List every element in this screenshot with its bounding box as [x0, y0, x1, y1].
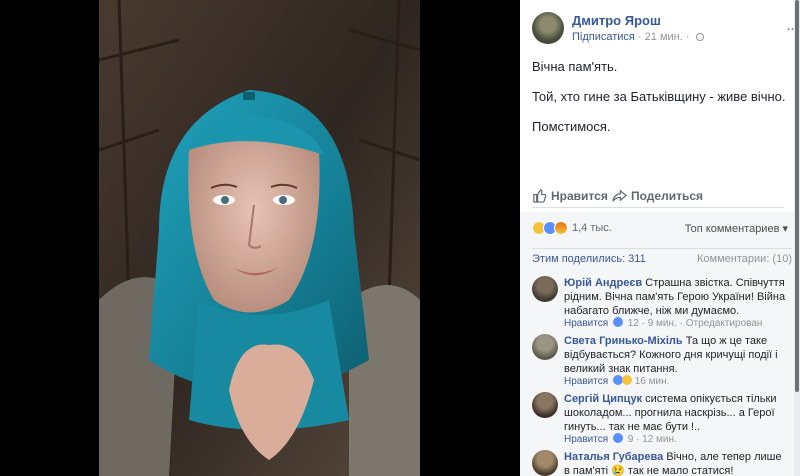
post-header: Дмитро Ярош Підписатися · 21 мин. · ··· [532, 12, 794, 44]
comment-body: Света Гринько-Міхіль Та що ж це таке від… [564, 334, 788, 376]
post-text: Вічна пам'ять. Той, хто гине за Батьківщ… [532, 58, 786, 148]
thumbs-up-icon [533, 189, 547, 203]
stats-row: Этим поделились: 311 Комментарии: (10) [532, 248, 792, 266]
share-button[interactable]: Поделиться [612, 188, 703, 203]
like-button[interactable]: Нравится [532, 188, 608, 203]
reactions-row: 1,4 тыс. Топ комментариев ▾ [532, 220, 788, 238]
comments-count[interactable]: Комментарии: (10) [697, 253, 792, 265]
post-photo[interactable] [99, 0, 420, 476]
comment-item: Света Гринько-Міхіль Та що ж це таке від… [532, 334, 790, 390]
portrait-image [99, 0, 420, 476]
panel-scrollbar-thumb[interactable] [795, 0, 799, 392]
comment-like-count: 12 [627, 318, 639, 329]
follow-link[interactable]: Підписатися [572, 31, 635, 43]
commenter-name[interactable]: Наталья Губарева [564, 451, 663, 463]
comment-meta: Нравится 16 мин. [564, 375, 669, 387]
comment-sort-dropdown[interactable]: Топ комментариев ▾ [685, 222, 788, 235]
commenter-name[interactable]: Сергій Ципцук [564, 393, 642, 405]
like-reaction-icon [612, 317, 623, 327]
comment-item: Юрій Андреєв Страшна звістка. Співчуття … [532, 276, 790, 332]
share-arrow-icon [612, 189, 628, 202]
comment-body: Юрій Андреєв Страшна звістка. Співчуття … [564, 276, 788, 318]
like-label: Нравится [551, 189, 608, 203]
post-time[interactable]: · 21 мин. · [638, 31, 690, 43]
commenter-avatar[interactable] [532, 334, 558, 360]
comment-body: Наталья Губарева Вічно, але тепер лише в… [564, 450, 788, 476]
post-line: Той, хто гине за Батьківщину - живе вічн… [532, 89, 786, 104]
comment-like-link[interactable]: Нравится [564, 318, 608, 329]
commenter-name[interactable]: Юрій Андреєв [564, 277, 642, 289]
comment-like-link[interactable]: Нравится [564, 434, 608, 445]
comment-time[interactable]: 16 мин. [635, 376, 670, 387]
like-reaction-icon [612, 433, 623, 443]
comment-like-link[interactable]: Нравится [564, 376, 608, 387]
post-line: Вічна пам'ять. [532, 59, 618, 74]
angry-reaction-icon[interactable] [554, 221, 568, 235]
comment-time[interactable]: · 12 мин. [636, 434, 677, 445]
comment-meta: Нравится 9 · 12 мин. [564, 433, 677, 445]
comment-meta: Нравится 12 · 9 мин. · Отредактирован [564, 317, 762, 329]
post-line: Помстимося. [532, 119, 611, 134]
comment-time[interactable]: · 9 мин. · Отредактирован [642, 318, 763, 329]
comment-body: Сергій Ципцук система опікується тільки … [564, 392, 788, 434]
reactions-count[interactable]: 1,4 тыс. [572, 222, 612, 234]
post-side-panel: Дмитро Ярош Підписатися · 21 мин. · ··· … [520, 0, 794, 476]
comment-item: Сергій Ципцук система опікується тільки … [532, 392, 790, 446]
sad-reaction-icon [621, 375, 632, 385]
commenter-avatar[interactable] [532, 450, 558, 476]
post-meta: Підписатися · 21 мин. · [572, 31, 704, 43]
more-options-icon[interactable]: ··· [786, 20, 794, 37]
shares-link[interactable]: Этим поделились: 311 [532, 253, 646, 265]
comment-item: Наталья Губарева Вічно, але тепер лише в… [532, 450, 790, 476]
author-name[interactable]: Дмитро Ярош [572, 13, 661, 28]
share-label: Поделиться [631, 189, 704, 203]
post-actions: Нравится Поделиться [532, 186, 784, 208]
comment-like-count: 9 [627, 434, 634, 445]
commenter-avatar[interactable] [532, 392, 558, 418]
author-avatar[interactable] [532, 12, 564, 44]
globe-icon [695, 33, 704, 41]
photo-viewer-stage [0, 0, 520, 476]
commenter-name[interactable]: Света Гринько-Міхіль [564, 335, 683, 347]
commenter-avatar[interactable] [532, 276, 558, 302]
